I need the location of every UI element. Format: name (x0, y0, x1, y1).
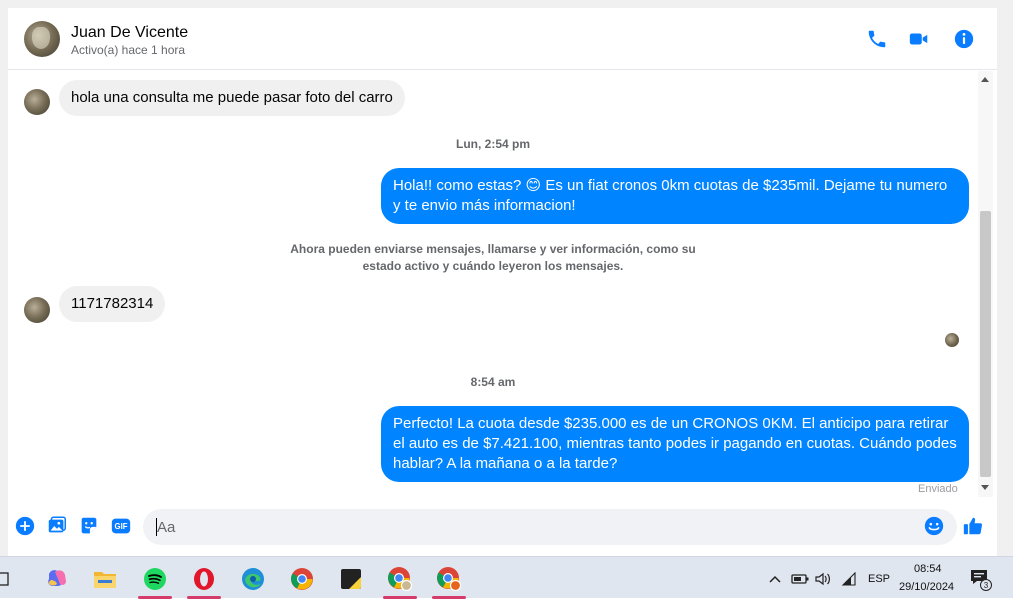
sticky-notes-app[interactable] (332, 563, 370, 595)
clock-time[interactable]: 08:54 (914, 563, 942, 575)
message-input[interactable] (143, 509, 957, 545)
contact-status: Activo(a) hace 1 hora (71, 43, 186, 57)
copilot-icon (48, 570, 66, 586)
seen-indicator-avatar (945, 333, 959, 347)
show-hidden-icons-button[interactable] (766, 563, 784, 595)
phone-icon (868, 30, 886, 48)
speaker-icon (815, 572, 830, 586)
opera-icon (194, 568, 214, 590)
folder-icon (94, 572, 116, 588)
sender-avatar[interactable] (24, 89, 50, 115)
copilot-app[interactable] (38, 563, 76, 595)
network-status[interactable] (838, 563, 860, 595)
clock-date[interactable]: 29/10/2024 (899, 581, 954, 593)
task-view-button[interactable] (0, 563, 16, 595)
chrome-profile-app[interactable] (381, 563, 419, 599)
attach-image-button[interactable] (46, 515, 68, 537)
gif-label: GIF (115, 522, 128, 531)
emoji-icon (924, 516, 944, 536)
message-composer: GIF (8, 505, 997, 552)
video-icon (909, 33, 928, 45)
sticky-notes-icon (341, 569, 361, 589)
outgoing-message[interactable]: Hola!! como estas? 😊 Es un fiat cronos 0… (381, 168, 969, 224)
scroll-thumb[interactable] (980, 211, 991, 477)
add-icon (15, 516, 35, 536)
sender-avatar[interactable] (24, 297, 50, 323)
sticker-icon (81, 517, 97, 534)
chat-scrollbar[interactable] (978, 71, 993, 497)
chrome-icon (291, 568, 313, 590)
notification-count: 3 (984, 581, 989, 590)
emoji-button[interactable] (923, 515, 945, 537)
image-icon (48, 516, 66, 533)
chrome-profile-icon (437, 567, 462, 592)
timestamp: Lun, 2:54 pm (455, 137, 530, 151)
outgoing-message[interactable]: Perfecto! La cuota desde $235.000 es de … (381, 406, 969, 482)
gif-button[interactable]: GIF (110, 515, 132, 537)
info-icon (954, 29, 974, 49)
spotify-icon (144, 568, 166, 590)
battery-icon (791, 574, 809, 584)
scroll-down-arrow[interactable] (981, 485, 989, 490)
chrome-profile-app-2[interactable] (430, 563, 468, 599)
window-top-strip (0, 0, 1013, 8)
window-left-strip (0, 8, 8, 556)
spotify-app[interactable] (136, 563, 174, 599)
sticker-button[interactable] (78, 515, 100, 537)
video-call-button[interactable] (906, 26, 932, 52)
system-notice: Ahora pueden enviarse mensajes, llamarse… (290, 242, 696, 273)
edge-icon (242, 568, 264, 590)
notification-center-button[interactable]: 3 (966, 563, 994, 595)
battery-status[interactable] (789, 563, 811, 595)
contact-name[interactable]: Juan De Vicente (71, 24, 188, 42)
opera-app[interactable] (185, 563, 223, 599)
like-button[interactable] (962, 515, 984, 537)
window-right-strip (997, 8, 1013, 556)
text-caret (156, 518, 157, 536)
message-thread[interactable]: hola una consulta me puede pasar foto de… (8, 71, 978, 502)
chrome-app[interactable] (283, 563, 321, 595)
conversation-header: Juan De Vicente Activo(a) hace 1 hora (8, 8, 997, 70)
input-language[interactable]: ESP (868, 573, 890, 585)
file-explorer-app[interactable] (86, 563, 124, 595)
incoming-message[interactable]: 1171782314 (59, 286, 166, 322)
windows-taskbar: ESP 08:54 29/10/2024 3 (0, 556, 1013, 599)
timestamp: 8:54 am (470, 375, 516, 389)
wifi-icon (841, 572, 856, 586)
chrome-profile-icon (388, 567, 413, 592)
edge-app[interactable] (234, 563, 272, 595)
conversation-info-button[interactable] (951, 26, 977, 52)
contact-avatar[interactable] (24, 21, 60, 57)
like-icon (963, 517, 983, 535)
gif-icon: GIF (111, 518, 131, 534)
volume-control[interactable] (812, 563, 834, 595)
notification-icon: 3 (971, 570, 992, 591)
scroll-up-arrow[interactable] (981, 77, 989, 82)
call-button[interactable] (864, 26, 890, 52)
more-actions-button[interactable] (14, 515, 36, 537)
incoming-message[interactable]: hola una consulta me puede pasar foto de… (59, 80, 405, 116)
task-view-icon (0, 572, 9, 586)
delivery-status: Enviado (918, 483, 958, 495)
chevron-up-icon (769, 575, 781, 583)
